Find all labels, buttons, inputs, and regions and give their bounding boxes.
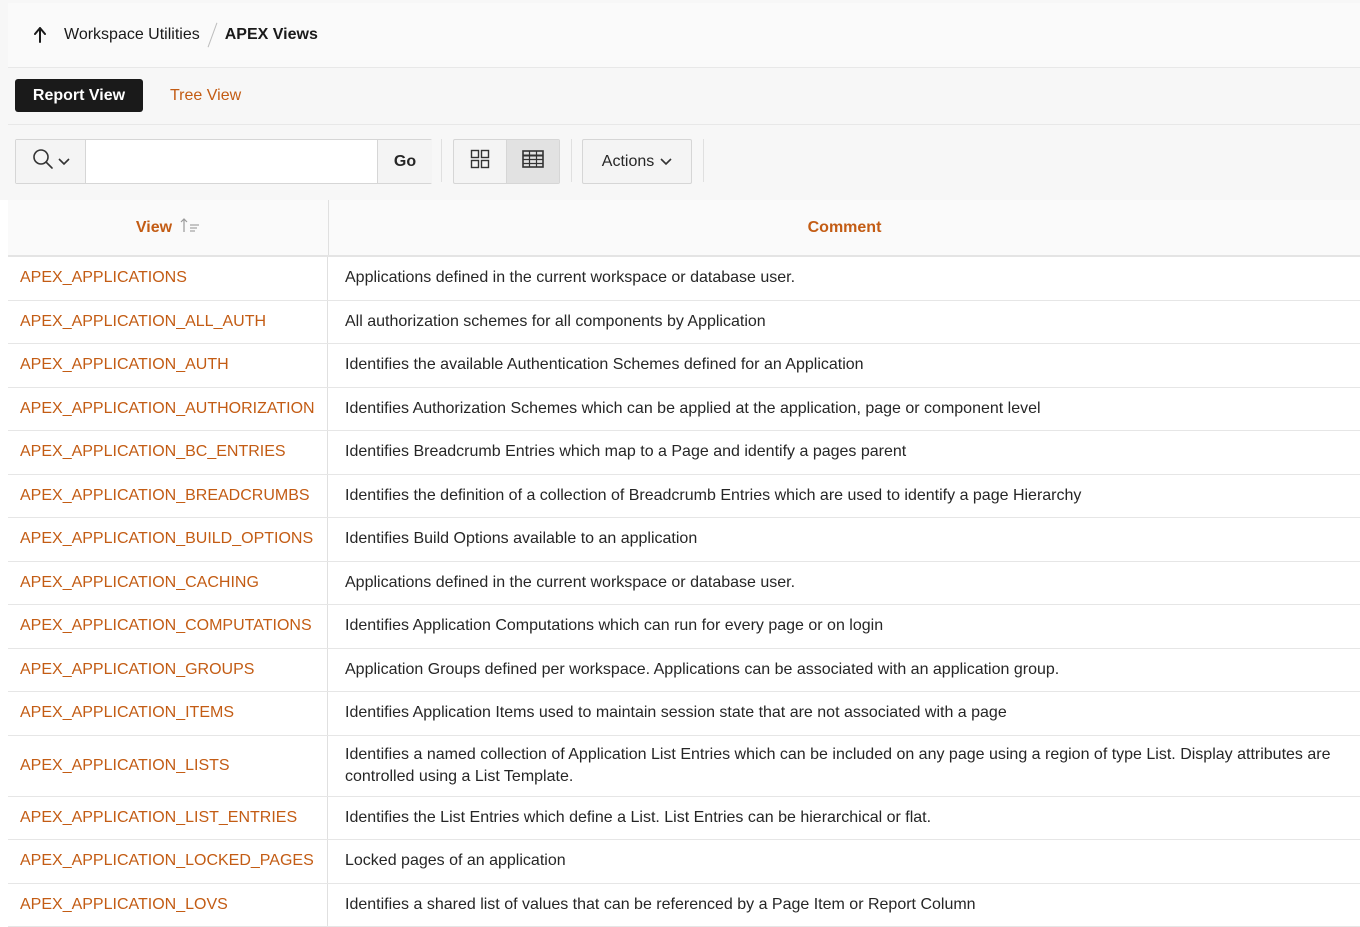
comment-text: Identifies the available Authentication … bbox=[345, 354, 864, 376]
table-row: APEX_APPLICATION_AUTH Identifies the avai… bbox=[8, 344, 1360, 388]
comment-text: Application Groups defined per workspace… bbox=[345, 659, 1059, 681]
comment-cell: Identifies the available Authentication … bbox=[328, 344, 1360, 387]
up-arrow-icon[interactable] bbox=[32, 27, 48, 43]
comment-cell: Identifies Authorization Schemes which c… bbox=[328, 388, 1360, 431]
comment-cell: Identifies Breadcrumb Entries which map … bbox=[328, 431, 1360, 474]
breadcrumb-parent-link[interactable]: Workspace Utilities bbox=[64, 26, 200, 44]
comment-text: Identifies Application Computations whic… bbox=[345, 615, 883, 637]
table-row: APEX_APPLICATION_LOCKED_PAGES Locked page… bbox=[8, 840, 1360, 884]
tree-view-link[interactable]: Tree View bbox=[170, 87, 241, 105]
grid-icon bbox=[470, 149, 490, 174]
table-body: APEX_APPLICATIONS Applications defined in… bbox=[8, 257, 1360, 927]
actions-label: Actions bbox=[602, 153, 654, 171]
view-name-link[interactable]: APEX_APPLICATION_BC_ENTRIES bbox=[8, 431, 328, 474]
view-name-link[interactable]: APEX_APPLICATION_LISTS bbox=[8, 736, 328, 796]
table-row: APEX_APPLICATION_LIST_ENTRIES Identifies … bbox=[8, 797, 1360, 841]
table-row: APEX_APPLICATION_CACHING Applications def… bbox=[8, 562, 1360, 606]
view-name-link[interactable]: APEX_APPLICATION_COMPUTATIONS bbox=[8, 605, 328, 648]
table-row: APEX_APPLICATION_BUILD_OPTIONS Identifies… bbox=[8, 518, 1360, 562]
table-row: APEX_APPLICATION_AUTHORIZATION Identifies… bbox=[8, 388, 1360, 432]
report-view-button[interactable]: Report View bbox=[15, 79, 143, 112]
comment-text: Identifies Application Items used to mai… bbox=[345, 702, 1007, 724]
comment-cell: Identifies Application Computations whic… bbox=[328, 605, 1360, 648]
view-name-link[interactable]: APEX_APPLICATION_AUTHORIZATION bbox=[8, 388, 328, 431]
comment-cell: Identifies the List Entries which define… bbox=[328, 797, 1360, 840]
search-icon bbox=[32, 148, 54, 175]
report-toolbar: Go Actions bbox=[8, 125, 1360, 199]
breadcrumb: Workspace Utilities APEX Views bbox=[8, 3, 1360, 68]
view-switch-bar: Report View Tree View bbox=[8, 68, 1360, 125]
table-row: APEX_APPLICATION_ITEMS Identifies Applica… bbox=[8, 692, 1360, 736]
view-name-link[interactable]: APEX_APPLICATION_ALL_AUTH bbox=[8, 301, 328, 344]
sort-ascending-icon bbox=[180, 217, 200, 238]
comment-cell: Applications defined in the current work… bbox=[328, 562, 1360, 605]
table-icon bbox=[522, 150, 544, 173]
actions-menu-button[interactable]: Actions bbox=[582, 139, 692, 184]
chevron-down-icon bbox=[660, 153, 672, 171]
toolbar-divider bbox=[703, 139, 704, 182]
comment-text: Identifies a shared list of values that … bbox=[345, 894, 976, 916]
column-header-view[interactable]: View bbox=[8, 200, 329, 255]
search-bar: Go bbox=[15, 139, 432, 184]
toolbar-divider bbox=[441, 139, 442, 182]
view-name-link[interactable]: APEX_APPLICATION_CACHING bbox=[8, 562, 328, 605]
view-name-link[interactable]: APEX_APPLICATION_LOCKED_PAGES bbox=[8, 840, 328, 883]
comment-text: Identifies a named collection of Applica… bbox=[345, 744, 1360, 788]
go-button[interactable]: Go bbox=[377, 140, 432, 183]
column-header-comment[interactable]: Comment bbox=[329, 200, 1360, 255]
toolbar-divider bbox=[571, 139, 572, 182]
column-header-view-label: View bbox=[136, 219, 172, 237]
comment-text: Identifies Build Options available to an… bbox=[345, 528, 697, 550]
table-row: APEX_APPLICATION_COMPUTATIONS Identifies … bbox=[8, 605, 1360, 649]
comment-cell: Identifies a shared list of values that … bbox=[328, 884, 1360, 927]
comment-text: Identifies Authorization Schemes which c… bbox=[345, 398, 1041, 420]
comment-text: Identifies the definition of a collectio… bbox=[345, 485, 1081, 507]
table-row: APEX_APPLICATION_LISTS Identifies a named… bbox=[8, 736, 1360, 797]
comment-text: Applications defined in the current work… bbox=[345, 572, 795, 594]
table-row: APEX_APPLICATION_LOVS Identifies a shared… bbox=[8, 884, 1360, 927]
table-row: APEX_APPLICATION_ALL_AUTH All authorizati… bbox=[8, 301, 1360, 345]
view-name-link[interactable]: APEX_APPLICATION_BREADCRUMBS bbox=[8, 475, 328, 518]
comment-cell: Applications defined in the current work… bbox=[328, 257, 1360, 300]
table-row: APEX_APPLICATIONS Applications defined in… bbox=[8, 257, 1360, 301]
report-table: View Comment APEX_APPLICATIONS Applicatio… bbox=[8, 200, 1360, 927]
comment-text: All authorization schemes for all compon… bbox=[345, 311, 766, 333]
report-view-mode-button[interactable] bbox=[506, 140, 559, 183]
view-name-link[interactable]: APEX_APPLICATION_GROUPS bbox=[8, 649, 328, 692]
comment-cell: Locked pages of an application bbox=[328, 840, 1360, 883]
comment-cell: All authorization schemes for all compon… bbox=[328, 301, 1360, 344]
comment-cell: Application Groups defined per workspace… bbox=[328, 649, 1360, 692]
comment-text: Identifies the List Entries which define… bbox=[345, 807, 931, 829]
view-name-link[interactable]: APEX_APPLICATION_AUTH bbox=[8, 344, 328, 387]
comment-text: Identifies Breadcrumb Entries which map … bbox=[345, 441, 906, 463]
comment-text: Applications defined in the current work… bbox=[345, 267, 795, 289]
breadcrumb-current: APEX Views bbox=[225, 26, 318, 44]
search-input[interactable] bbox=[86, 140, 376, 181]
table-row: APEX_APPLICATION_GROUPS Application Group… bbox=[8, 649, 1360, 693]
comment-cell: Identifies the definition of a collectio… bbox=[328, 475, 1360, 518]
breadcrumb-separator bbox=[207, 23, 217, 48]
comment-cell: Identifies a named collection of Applica… bbox=[328, 736, 1360, 796]
view-name-link[interactable]: APEX_APPLICATION_LIST_ENTRIES bbox=[8, 797, 328, 840]
view-mode-toggle bbox=[453, 139, 560, 184]
view-name-link[interactable]: APEX_APPLICATIONS bbox=[8, 257, 328, 300]
table-row: APEX_APPLICATION_BC_ENTRIES Identifies Br… bbox=[8, 431, 1360, 475]
search-column-selector[interactable] bbox=[16, 140, 86, 183]
comment-text: Locked pages of an application bbox=[345, 850, 566, 872]
table-header: View Comment bbox=[8, 200, 1360, 257]
comment-cell: Identifies Build Options available to an… bbox=[328, 518, 1360, 561]
table-row: APEX_APPLICATION_BREADCRUMBS Identifies t… bbox=[8, 475, 1360, 519]
view-name-link[interactable]: APEX_APPLICATION_LOVS bbox=[8, 884, 328, 927]
view-name-link[interactable]: APEX_APPLICATION_ITEMS bbox=[8, 692, 328, 735]
chevron-down-icon bbox=[58, 153, 70, 171]
view-name-link[interactable]: APEX_APPLICATION_BUILD_OPTIONS bbox=[8, 518, 328, 561]
comment-cell: Identifies Application Items used to mai… bbox=[328, 692, 1360, 735]
icon-view-button[interactable] bbox=[454, 140, 506, 183]
